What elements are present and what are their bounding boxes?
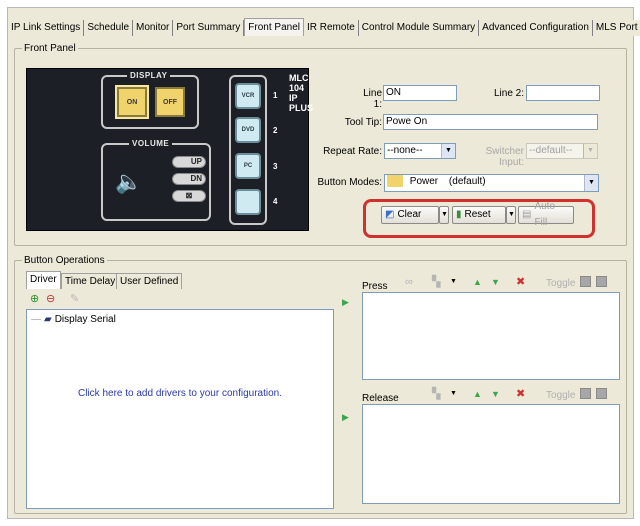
tab-bar: IP Link Settings Schedule Monitor Port S… — [8, 18, 640, 36]
tree-line: — — [31, 314, 41, 325]
tab-monitor[interactable]: Monitor — [133, 20, 174, 36]
source-button-3[interactable]: PC — [235, 153, 261, 179]
release-label: Release — [362, 393, 399, 404]
release-toggle-label: Toggle — [546, 390, 576, 401]
toggle-on-icon[interactable] — [580, 388, 591, 399]
model-line1: MLC 104 — [289, 73, 309, 93]
move-down-icon[interactable]: ▼ — [491, 276, 500, 288]
volume-up-button[interactable]: UP — [172, 156, 206, 168]
tab-ip-link-settings[interactable]: IP Link Settings — [8, 20, 85, 36]
add-driver-icon[interactable]: ⊕ — [30, 293, 39, 305]
button-mode-suffix: (default) — [448, 176, 486, 187]
off-button[interactable]: OFF — [155, 87, 185, 117]
chevron-down-icon: ▼ — [583, 144, 597, 158]
subtab-user-defined[interactable]: User Defined — [116, 273, 183, 289]
repeat-rate-select[interactable]: --none-- ▼ — [384, 143, 456, 159]
add-drivers-hint[interactable]: Click here to add drivers to your config… — [27, 388, 333, 399]
mute-button[interactable]: ⊠ — [172, 190, 206, 202]
speaker-icon: 🔈 — [115, 169, 143, 194]
line1-input[interactable]: ON — [383, 85, 457, 101]
tab-port-summary[interactable]: Port Summary — [173, 20, 245, 36]
move-down-icon[interactable]: ▼ — [491, 388, 500, 400]
switcher-input-select: --default-- ▼ — [526, 143, 598, 159]
tab-mls-port[interactable]: MLS Port — [592, 20, 640, 36]
press-arrow-icon: ▶ — [342, 297, 349, 307]
source-number-1: 1 — [273, 91, 278, 100]
tooltip-input[interactable]: Powe On — [383, 114, 598, 130]
tab-front-panel[interactable]: Front Panel — [244, 18, 304, 36]
switcher-input-label: Switcher Input: — [485, 146, 524, 168]
tab-schedule[interactable]: Schedule — [84, 20, 134, 36]
mode-color-swatch — [387, 175, 403, 188]
chevron-down-icon: ▼ — [584, 175, 598, 191]
front-panel-label: Front Panel — [22, 43, 78, 54]
button-modes-select[interactable]: Power (default) ▼ — [384, 174, 599, 192]
source-number-2: 2 — [273, 126, 278, 135]
chevron-down-icon: ▼ — [441, 144, 455, 158]
driver-tree[interactable]: — ▰ Display Serial Click here to add dri… — [26, 309, 334, 509]
tree-item-label: Display Serial — [54, 314, 116, 325]
volume-title: VOLUME — [129, 139, 173, 148]
model-line2: IP PLUS — [289, 93, 314, 113]
toggle-off-icon[interactable] — [596, 276, 607, 287]
press-toggle-label: Toggle — [546, 278, 576, 289]
button-modes-label: Button Modes: — [317, 177, 382, 188]
mute-icon: ⊠ — [185, 191, 193, 200]
button-mode-value: Power — [409, 176, 439, 187]
press-commands-list[interactable] — [362, 292, 620, 380]
line1-label: Line 1: — [363, 88, 382, 110]
tab-advanced-configuration[interactable]: Advanced Configuration — [479, 20, 593, 36]
tab-ir-remote[interactable]: IR Remote — [303, 20, 359, 36]
link-icon[interactable]: ∞ — [405, 276, 413, 288]
source-button-2[interactable]: DVD — [235, 117, 261, 143]
release-commands-list[interactable] — [362, 404, 620, 504]
subtab-driver[interactable]: Driver — [26, 271, 61, 289]
tooltip-label: Tool Tip: — [344, 117, 382, 128]
tab-control-module-summary[interactable]: Control Module Summary — [358, 20, 480, 36]
model-name: MLC 104 IP PLUS — [289, 73, 313, 113]
press-label: Press — [362, 281, 388, 292]
repeat-rate-label: Repeat Rate: — [323, 146, 382, 157]
line2-label: Line 2: — [493, 88, 524, 99]
source-button-4[interactable] — [235, 189, 261, 215]
line2-input[interactable] — [526, 85, 600, 101]
delete-icon[interactable]: ✖ — [516, 388, 525, 400]
delete-icon[interactable]: ✖ — [516, 276, 525, 288]
remove-driver-icon[interactable]: ⊖ — [46, 293, 55, 305]
repeat-rate-value: --none-- — [387, 145, 423, 156]
source-number-3: 3 — [273, 162, 278, 171]
toggle-off-icon[interactable] — [596, 388, 607, 399]
subtab-time-delay[interactable]: Time Delay — [61, 273, 120, 289]
switcher-input-value: --default-- — [529, 145, 573, 156]
volume-down-button[interactable]: DN — [172, 173, 206, 185]
move-up-icon[interactable]: ▲ — [473, 276, 482, 288]
source-button-1[interactable]: VCR — [235, 83, 261, 109]
source-number-4: 4 — [273, 197, 278, 206]
edit-driver-icon[interactable]: ✎ — [70, 293, 79, 305]
release-arrow-icon: ▶ — [342, 412, 349, 422]
display-title: DISPLAY — [127, 71, 171, 80]
button-operations-label: Button Operations — [22, 255, 107, 266]
serial-port-icon: ▰ — [44, 314, 52, 325]
toggle-on-icon[interactable] — [580, 276, 591, 287]
chevron-down-icon[interactable]: ▼ — [450, 276, 457, 288]
command-icon[interactable]: ▚ — [432, 276, 440, 288]
move-up-icon[interactable]: ▲ — [473, 388, 482, 400]
command-icon[interactable]: ▚ — [432, 388, 440, 400]
highlight-outline — [363, 199, 595, 238]
tree-item[interactable]: — ▰ Display Serial — [31, 314, 116, 325]
device-panel: DISPLAY ON OFF VOLUME 🔈 UP DN ⊠ VCR 1 DV… — [26, 68, 313, 231]
chevron-down-icon[interactable]: ▼ — [450, 388, 457, 400]
on-button[interactable]: ON — [117, 87, 147, 117]
